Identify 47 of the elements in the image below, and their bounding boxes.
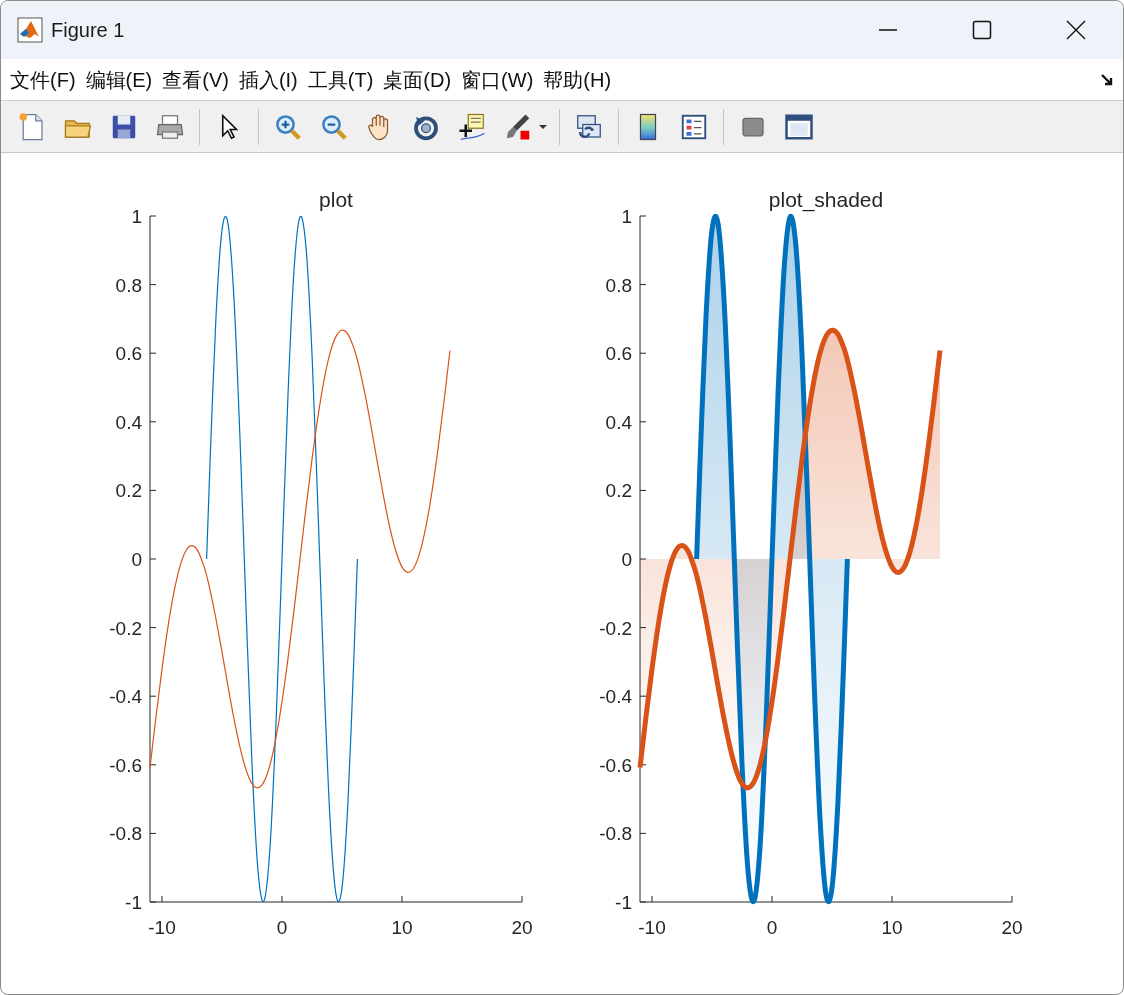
- dock-arrow-icon[interactable]: [1099, 71, 1115, 88]
- x-tick-label: -10: [638, 917, 666, 938]
- menu-item[interactable]: 工具(T): [302, 59, 379, 100]
- y-tick-label: 1: [621, 206, 632, 227]
- y-tick-label: 0.6: [605, 343, 632, 365]
- app-logo-icon: [17, 17, 43, 43]
- menu-item[interactable]: 插入(I): [233, 59, 303, 100]
- x-tick-label: 20: [511, 917, 533, 938]
- window-title: Figure 1: [51, 18, 126, 43]
- y-tick-label: 0.8: [115, 274, 142, 296]
- chart-title: plot_shaded: [768, 188, 884, 211]
- y-tick-label: -0.8: [599, 823, 632, 845]
- y-tick-label: 0.4: [605, 411, 632, 433]
- y-tick-label: -0.2: [109, 617, 142, 639]
- minimize-icon: [878, 29, 898, 31]
- maximize-icon: [972, 20, 992, 40]
- data-tip-icon[interactable]: [457, 111, 487, 142]
- x-tick-label: -10: [148, 917, 176, 938]
- y-tick-label: -0.4: [599, 686, 632, 708]
- menu-item[interactable]: 文件(F): [5, 59, 81, 100]
- chart-title: plot: [319, 188, 353, 211]
- y-tick-label: 0.2: [605, 480, 632, 502]
- y-tick-label: 0: [131, 549, 142, 570]
- close-icon: [1066, 20, 1086, 40]
- y-tick-label: 0.4: [115, 411, 142, 433]
- menu-item[interactable]: 帮助(H): [538, 59, 617, 100]
- x-tick-label: 10: [881, 917, 903, 938]
- x-tick-label: 0: [276, 917, 288, 938]
- menu-item[interactable]: 窗口(W): [456, 59, 539, 100]
- y-tick-label: -1: [125, 892, 142, 913]
- y-tick-label: -0.8: [109, 823, 142, 845]
- x-tick-label: 0: [766, 917, 778, 938]
- menu-item[interactable]: 查看(V): [157, 59, 234, 100]
- y-tick-label: 0: [621, 549, 632, 570]
- y-tick-label: -0.6: [599, 754, 632, 776]
- y-tick-label: 0.2: [115, 480, 142, 502]
- y-tick-label: 0.8: [605, 274, 632, 296]
- menu-item[interactable]: 编辑(E): [80, 59, 158, 100]
- y-tick-label: -0.4: [109, 686, 142, 708]
- y-tick-label: -0.6: [109, 754, 142, 776]
- y-tick-label: -1: [615, 892, 632, 913]
- menu-item[interactable]: 桌面(D): [378, 59, 457, 100]
- y-tick-label: 1: [131, 206, 142, 227]
- y-tick-label: 0.6: [115, 343, 142, 365]
- y-tick-label: -0.2: [599, 617, 632, 639]
- x-tick-label: 20: [1001, 917, 1023, 938]
- x-tick-label: 10: [391, 917, 413, 938]
